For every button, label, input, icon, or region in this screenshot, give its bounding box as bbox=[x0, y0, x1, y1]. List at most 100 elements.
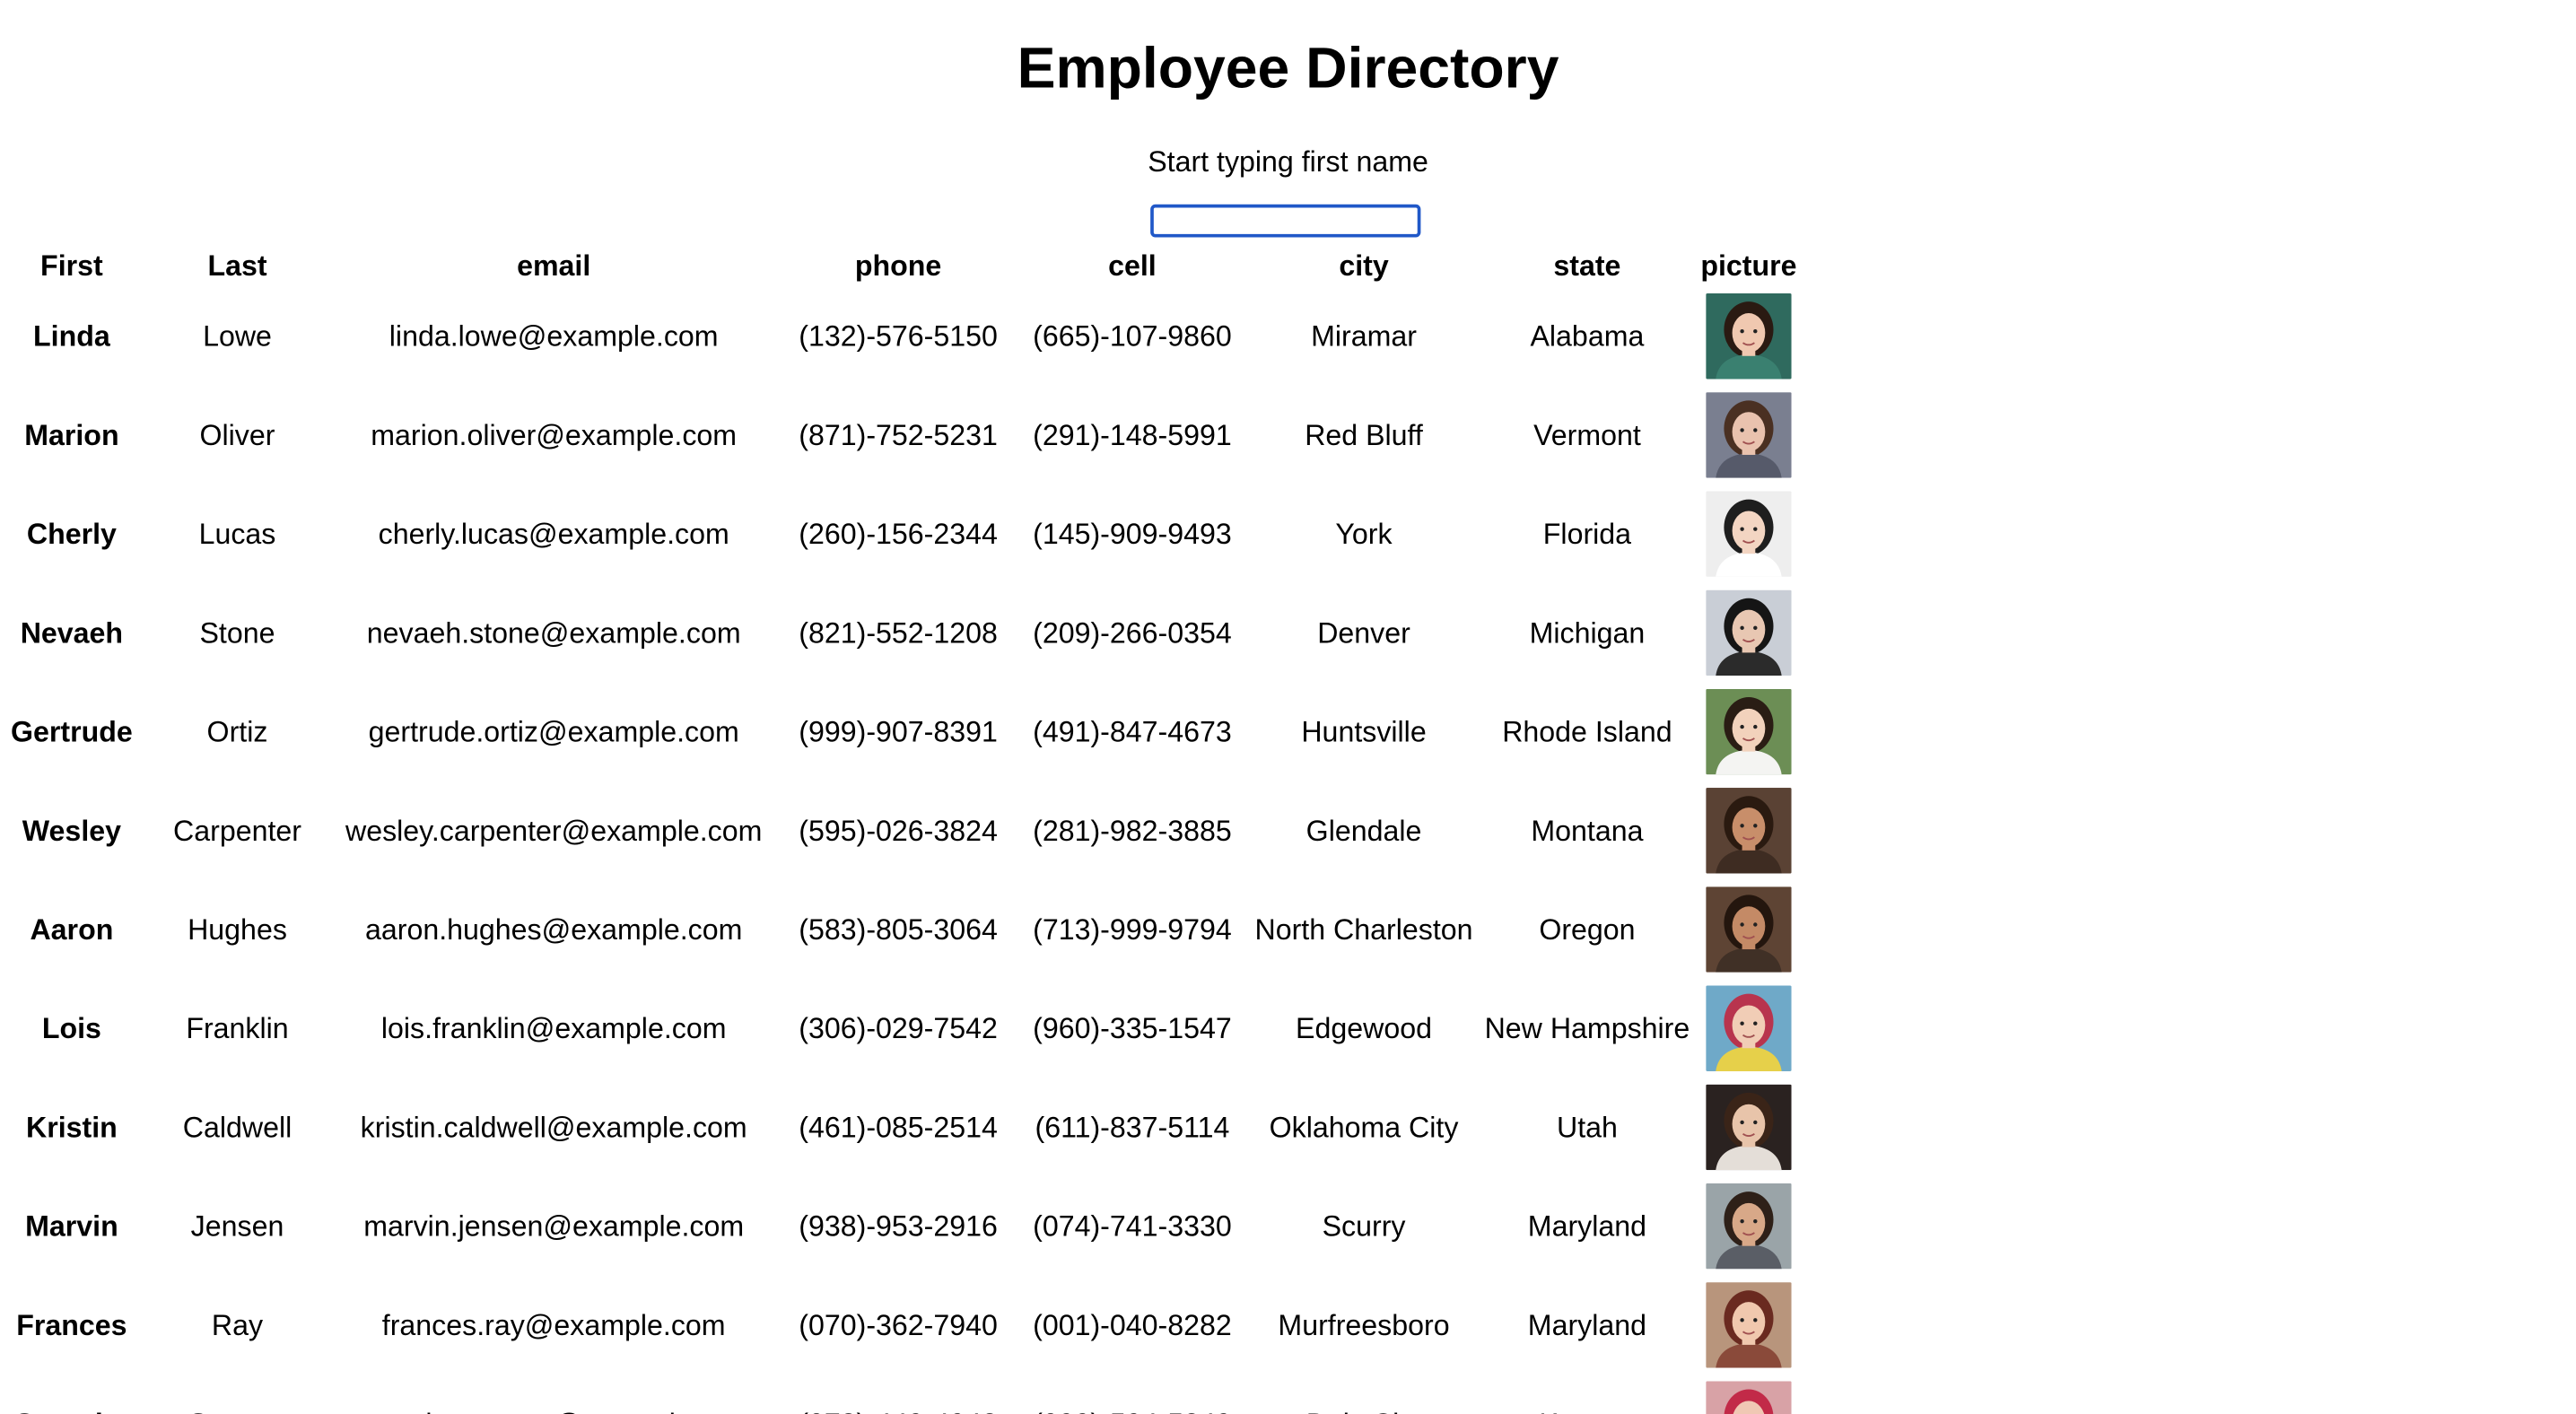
cell-email: serenity.stewart@example.com bbox=[331, 1375, 776, 1414]
person-photo-icon bbox=[1706, 985, 1792, 1071]
person-photo-icon bbox=[1706, 886, 1792, 973]
cell-first: Marvin bbox=[25, 1209, 118, 1243]
cell-cell: (099)-594-5349 bbox=[1020, 1375, 1244, 1414]
cell-first: Marion bbox=[24, 417, 119, 451]
cell-picture bbox=[1691, 484, 1807, 583]
cell-cell: (291)-148-5991 bbox=[1033, 417, 1232, 451]
person-photo-icon bbox=[1706, 1084, 1792, 1171]
cell-email: wesley.carpenter@example.com bbox=[345, 813, 763, 847]
cell-last: Lucas bbox=[198, 516, 276, 550]
search-label: Start typing first name bbox=[1148, 144, 1428, 179]
person-photo-icon bbox=[1706, 1381, 1792, 1414]
cell-cell: (665)-107-9860 bbox=[1033, 319, 1232, 353]
avatar bbox=[1706, 292, 1792, 380]
cell-city: Glendale bbox=[1305, 813, 1422, 847]
cell-city: Daly City bbox=[1244, 1375, 1483, 1414]
avatar bbox=[1706, 985, 1792, 1071]
cell-city: Murfreesboro bbox=[1278, 1307, 1450, 1341]
avatar bbox=[1706, 1084, 1792, 1171]
cell-last: Ortiz bbox=[206, 714, 268, 748]
cell-picture bbox=[1691, 682, 1807, 781]
avatar bbox=[1706, 589, 1792, 676]
table-row: Marvin Jensen marvin.jensen@example.com (93… bbox=[0, 1177, 1806, 1276]
cell-city: Oklahoma City bbox=[1269, 1110, 1459, 1143]
first-name-search-input[interactable] bbox=[1150, 204, 1421, 238]
cell-email: aaron.hughes@example.com bbox=[364, 912, 743, 946]
cell-first: Aaron bbox=[30, 912, 114, 946]
table-row: Nevaeh Stone nevaeh.stone@example.com (821)… bbox=[0, 583, 1806, 682]
cell-last: Stewart bbox=[144, 1375, 331, 1414]
person-photo-icon bbox=[1706, 788, 1792, 874]
header-state[interactable]: state bbox=[1483, 244, 1690, 287]
cell-cell: (001)-040-8282 bbox=[1033, 1307, 1232, 1341]
cell-cell: (491)-847-4673 bbox=[1033, 714, 1232, 748]
cell-email: cherly.lucas@example.com bbox=[378, 516, 729, 550]
cell-phone: (871)-752-5231 bbox=[799, 417, 998, 451]
cell-first: Serenity bbox=[0, 1375, 144, 1414]
cell-email: frances.ray@example.com bbox=[381, 1307, 726, 1341]
cell-state: Alabama bbox=[1530, 319, 1645, 353]
cell-phone: (306)-029-7542 bbox=[799, 1010, 998, 1044]
cell-email: gertrude.ortiz@example.com bbox=[368, 714, 739, 748]
cell-phone: (070)-362-7940 bbox=[799, 1307, 998, 1341]
table-row: Aaron Hughes aaron.hughes@example.com (583)… bbox=[0, 880, 1806, 979]
table-row: Frances Ray frances.ray@example.com (070)-3… bbox=[0, 1276, 1806, 1375]
cell-picture bbox=[1691, 1078, 1807, 1176]
cell-state: Vermont bbox=[1533, 417, 1641, 451]
header-cell[interactable]: cell bbox=[1020, 244, 1244, 287]
header-last[interactable]: Last bbox=[144, 244, 331, 287]
avatar bbox=[1706, 491, 1792, 577]
cell-first: Frances bbox=[16, 1307, 127, 1341]
header-phone[interactable]: phone bbox=[776, 244, 1020, 287]
cell-email: kristin.caldwell@example.com bbox=[360, 1110, 747, 1143]
cell-phone: (999)-907-8391 bbox=[799, 714, 998, 748]
cell-state: Kansas bbox=[1483, 1375, 1690, 1414]
cell-first: Linda bbox=[33, 319, 110, 353]
cell-email: lois.franklin@example.com bbox=[380, 1010, 727, 1044]
cell-state: Utah bbox=[1556, 1110, 1618, 1143]
cell-email: linda.lowe@example.com bbox=[389, 319, 719, 353]
cell-last: Hughes bbox=[188, 912, 287, 946]
cell-phone: (260)-156-2344 bbox=[799, 516, 998, 550]
cell-first: Kristin bbox=[25, 1110, 118, 1143]
table-row: Kristin Caldwell kristin.caldwell@example.… bbox=[0, 1078, 1806, 1176]
cell-last: Stone bbox=[199, 615, 275, 649]
table-row: Lois Franklin lois.franklin@example.com (30… bbox=[0, 979, 1806, 1078]
cell-state: Maryland bbox=[1527, 1209, 1647, 1243]
cell-picture bbox=[1691, 1276, 1807, 1375]
cell-state: Oregon bbox=[1539, 912, 1636, 946]
cell-state: Michigan bbox=[1529, 615, 1646, 649]
cell-last: Lowe bbox=[203, 319, 272, 353]
cell-state: Montana bbox=[1531, 813, 1644, 847]
cell-first: Nevaeh bbox=[20, 615, 124, 649]
cell-cell: (145)-909-9493 bbox=[1033, 516, 1232, 550]
header-city[interactable]: city bbox=[1244, 244, 1483, 287]
person-photo-icon bbox=[1706, 1282, 1792, 1368]
cell-state: Florida bbox=[1542, 516, 1632, 550]
cell-last: Oliver bbox=[199, 417, 275, 451]
avatar bbox=[1706, 688, 1792, 775]
cell-city: Huntsville bbox=[1301, 714, 1427, 748]
table-row: Linda Lowe linda.lowe@example.com (132)-576… bbox=[0, 287, 1806, 386]
table-row: SerenityStewartserenity.stewart@example.… bbox=[0, 1375, 1806, 1414]
avatar bbox=[1706, 1282, 1792, 1368]
cell-phone: (078)-449-4942 bbox=[776, 1375, 1020, 1414]
cell-phone: (132)-576-5150 bbox=[799, 319, 998, 353]
cell-city: Red Bluff bbox=[1305, 417, 1423, 451]
table-row: Wesley Carpenter wesley.carpenter@example.… bbox=[0, 781, 1806, 880]
cell-phone: (821)-552-1208 bbox=[799, 615, 998, 649]
cell-phone: (595)-026-3824 bbox=[799, 813, 998, 847]
cell-cell: (611)-837-5114 bbox=[1035, 1110, 1230, 1143]
avatar bbox=[1706, 788, 1792, 874]
cell-cell: (281)-982-3885 bbox=[1033, 813, 1232, 847]
table-body: Linda Lowe linda.lowe@example.com (132)-576… bbox=[0, 287, 1806, 1414]
header-picture[interactable]: picture bbox=[1691, 244, 1807, 287]
header-email[interactable]: email bbox=[331, 244, 776, 287]
cell-picture bbox=[1691, 979, 1807, 1078]
header-first[interactable]: First bbox=[0, 244, 144, 287]
cell-phone: (938)-953-2916 bbox=[799, 1209, 998, 1243]
employee-table: First Last email phone cell city state p… bbox=[0, 244, 1806, 1414]
table-row: Marion Oliver marion.oliver@example.com (87… bbox=[0, 386, 1806, 484]
person-photo-icon bbox=[1706, 392, 1792, 478]
cell-phone: (461)-085-2514 bbox=[799, 1110, 998, 1143]
